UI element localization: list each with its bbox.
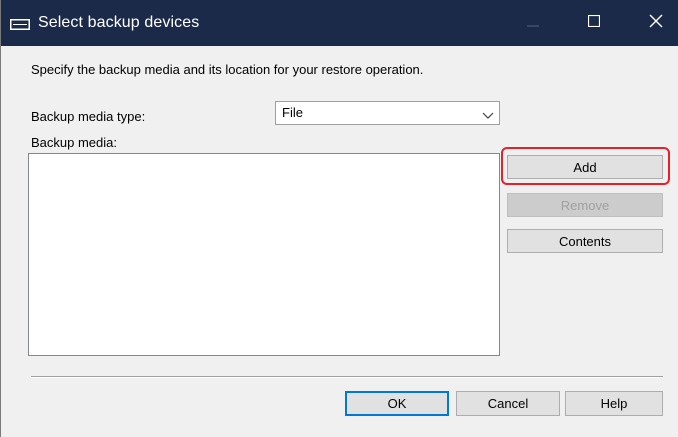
chevron-down-icon (481, 108, 495, 119)
close-button[interactable] (633, 0, 678, 46)
backup-device-icon (10, 17, 30, 30)
cancel-button[interactable]: Cancel (456, 391, 560, 416)
help-button[interactable]: Help (565, 391, 663, 416)
close-icon (649, 14, 663, 33)
footer-separator (31, 376, 663, 378)
backup-media-type-value: File (282, 105, 303, 120)
select-backup-devices-dialog: Select backup devices Specify the backup… (0, 0, 678, 437)
remove-button[interactable]: Remove (507, 193, 663, 217)
instruction-text: Specify the backup media and its locatio… (31, 62, 424, 77)
backup-media-label: Backup media: (31, 135, 117, 150)
maximize-button[interactable] (571, 0, 617, 46)
backup-media-type-select[interactable]: File (275, 101, 500, 125)
minimize-button[interactable] (510, 0, 556, 46)
ok-button[interactable]: OK (345, 391, 449, 416)
backup-media-list[interactable] (28, 153, 500, 356)
maximize-icon (587, 14, 601, 32)
window-title: Select backup devices (38, 14, 200, 31)
add-button[interactable]: Add (507, 155, 663, 179)
minimize-icon (527, 14, 539, 32)
backup-media-type-label: Backup media type: (31, 109, 146, 124)
title-bar[interactable]: Select backup devices (1, 0, 678, 46)
contents-button[interactable]: Contents (507, 229, 663, 253)
